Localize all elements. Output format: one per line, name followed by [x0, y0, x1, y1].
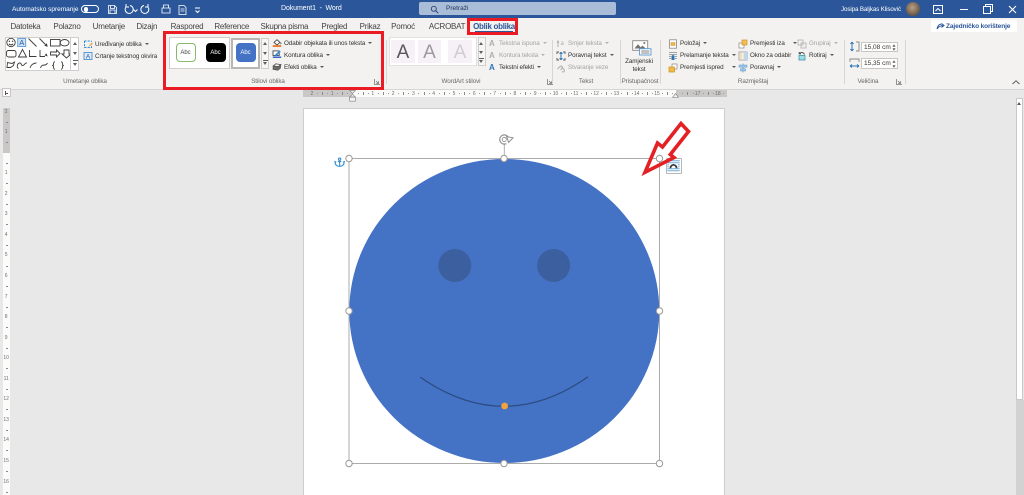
svg-text:A: A — [86, 54, 91, 61]
svg-text:A: A — [19, 38, 24, 47]
svg-text:a: a — [561, 41, 565, 47]
